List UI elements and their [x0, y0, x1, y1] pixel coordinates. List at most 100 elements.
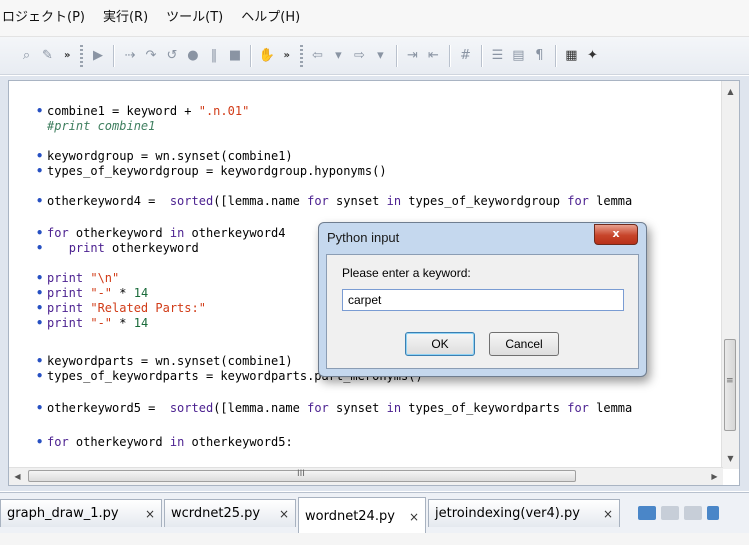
cancel-button[interactable]: Cancel: [489, 332, 559, 356]
vertical-scroll-thumb[interactable]: [724, 339, 736, 431]
page-icon[interactable]: ▤: [509, 46, 528, 65]
tab-label: jetroindexing(ver4).py: [435, 506, 580, 521]
code-text: #print combine1: [47, 119, 156, 133]
code-text: otherkeyword5 = sorted([lemma.name for s…: [47, 401, 633, 415]
toolbar-separator: [554, 44, 556, 67]
back-icon[interactable]: ⇦: [308, 46, 327, 65]
line-marker: •: [36, 104, 44, 118]
line-marker: •: [36, 354, 44, 368]
code-text: keywordparts = wn.synset(combine1): [47, 354, 293, 368]
toolbar-overflow-icon[interactable]: »: [283, 50, 289, 61]
tab-jetroindexing[interactable]: jetroindexing(ver4).py ×: [428, 499, 620, 527]
menu-bar: ロジェクト(P) 実行(R) ツール(T) ヘルプ(H): [0, 0, 749, 37]
list-icon[interactable]: ☰: [488, 46, 507, 65]
new-window-icon[interactable]: [638, 506, 656, 520]
step-icon[interactable]: ⇢: [120, 46, 139, 65]
table-icon[interactable]: ▦: [562, 46, 581, 65]
step-over-icon[interactable]: ↷: [141, 46, 160, 65]
menu-run[interactable]: 実行(R): [94, 0, 157, 36]
ok-button[interactable]: OK: [405, 332, 475, 356]
line-marker: •: [36, 271, 44, 285]
debug-icon[interactable]: ↺: [162, 46, 181, 65]
pilcrow-icon[interactable]: ¶: [530, 46, 549, 65]
toolbar-grip[interactable]: [80, 44, 84, 67]
line-marker: •: [36, 286, 44, 300]
python-input-dialog: Python input x Please enter a keyword: c…: [318, 222, 647, 377]
code-text: combine1 = keyword + ".n.01": [47, 104, 250, 118]
history-icon[interactable]: ✎: [38, 46, 57, 65]
indent-icon[interactable]: ⇥: [403, 46, 422, 65]
scroll-left-icon[interactable]: ◀: [9, 468, 26, 485]
line-marker: •: [36, 301, 44, 315]
toolbar-separator: [480, 44, 482, 67]
toolbar-separator: [395, 44, 397, 67]
scroll-down-icon[interactable]: ▼: [722, 450, 739, 467]
restore-view-icon[interactable]: [707, 506, 719, 520]
maximize-view-icon[interactable]: [684, 506, 702, 520]
dialog-close-button[interactable]: x: [594, 224, 638, 245]
code-text: print "-" * 14: [47, 286, 149, 300]
vertical-scrollbar[interactable]: ▲ ▼: [721, 81, 739, 469]
code-text: print "Related Parts:": [47, 301, 206, 315]
line-marker: •: [36, 369, 44, 383]
run-icon[interactable]: ▶: [88, 46, 107, 65]
menu-tools[interactable]: ツール(T): [157, 0, 232, 36]
toolbar-separator: [448, 44, 450, 67]
line-marker: •: [36, 316, 44, 330]
line-marker: •: [36, 164, 44, 178]
code-text: types_of_keywordgroup = keywordgroup.hyp…: [47, 164, 387, 178]
dialog-title: Python input: [327, 230, 400, 245]
minimize-view-icon[interactable]: [661, 506, 679, 520]
pause-icon[interactable]: ‖: [204, 46, 223, 65]
stop-icon[interactable]: ■: [225, 46, 244, 65]
horizontal-scroll-thumb[interactable]: III: [28, 469, 576, 482]
back-dropdown-icon[interactable]: ▾: [329, 46, 348, 65]
code-text: print otherkeyword: [68, 241, 199, 255]
dialog-body: Please enter a keyword: carpet OK Cancel: [326, 254, 639, 369]
tab-label: wcrdnet25.py: [171, 506, 261, 521]
toolbar: ⌕ ✎ » ▶ ⇢ ↷ ↺ ● ‖ ■ ✋ » ⇦ ▾ ⇨ ▾ ⇥ ⇤ # ☰ …: [0, 37, 749, 75]
code-text: print "\n": [47, 271, 120, 285]
tab-wordnet24[interactable]: wordnet24.py ×: [298, 497, 426, 533]
outdent-icon[interactable]: ⇤: [424, 46, 443, 65]
toolbar-separator: [250, 44, 252, 67]
line-marker: •: [36, 194, 44, 208]
tab-graph-draw[interactable]: graph_draw_1.py ×: [0, 499, 162, 527]
close-icon[interactable]: ×: [409, 498, 419, 536]
tab-wcrdnet25[interactable]: wcrdnet25.py ×: [164, 499, 296, 527]
line-marker: •: [36, 401, 44, 415]
toolbar-separator: [113, 44, 115, 67]
scroll-up-icon[interactable]: ▲: [722, 83, 739, 100]
breakpoint-icon[interactable]: ●: [183, 46, 202, 65]
line-marker: •: [36, 149, 44, 163]
line-marker: •: [36, 435, 44, 449]
close-icon[interactable]: ×: [279, 500, 289, 528]
code-text: for otherkeyword in otherkeyword5:: [47, 435, 293, 449]
code-text: for otherkeyword in otherkeyword4: [47, 226, 286, 240]
code-text: otherkeyword4 = sorted([lemma.name for s…: [47, 194, 633, 208]
keyword-input[interactable]: carpet: [342, 289, 624, 311]
code-text: keywordgroup = wn.synset(combine1): [47, 149, 293, 163]
line-marker: •: [36, 241, 44, 255]
code-text: print "-" * 14: [47, 316, 149, 330]
scroll-right-icon[interactable]: ▶: [706, 468, 723, 485]
menu-help[interactable]: ヘルプ(H): [232, 0, 309, 36]
tab-toolbar: [638, 506, 724, 520]
toolbar-grip[interactable]: [299, 44, 303, 67]
dialog-prompt: Please enter a keyword:: [342, 266, 471, 280]
close-icon[interactable]: ×: [145, 500, 155, 528]
hand-icon[interactable]: ✋: [257, 46, 276, 65]
toolbar-overflow-icon[interactable]: »: [64, 50, 70, 61]
close-icon[interactable]: ×: [603, 500, 613, 528]
search-icon[interactable]: ⌕: [17, 46, 36, 65]
menu-project[interactable]: ロジェクト(P): [0, 0, 94, 36]
line-marker: •: [36, 226, 44, 240]
forward-dropdown-icon[interactable]: ▾: [371, 46, 390, 65]
wizard-icon[interactable]: ✦: [583, 46, 602, 65]
forward-icon[interactable]: ⇨: [350, 46, 369, 65]
scroll-thumb-grip: III: [297, 469, 305, 479]
horizontal-scrollbar[interactable]: ◀ III ▶: [9, 467, 723, 485]
comment-icon[interactable]: #: [456, 46, 475, 65]
tab-label: wordnet24.py: [305, 509, 395, 524]
tab-label: graph_draw_1.py: [7, 506, 119, 521]
